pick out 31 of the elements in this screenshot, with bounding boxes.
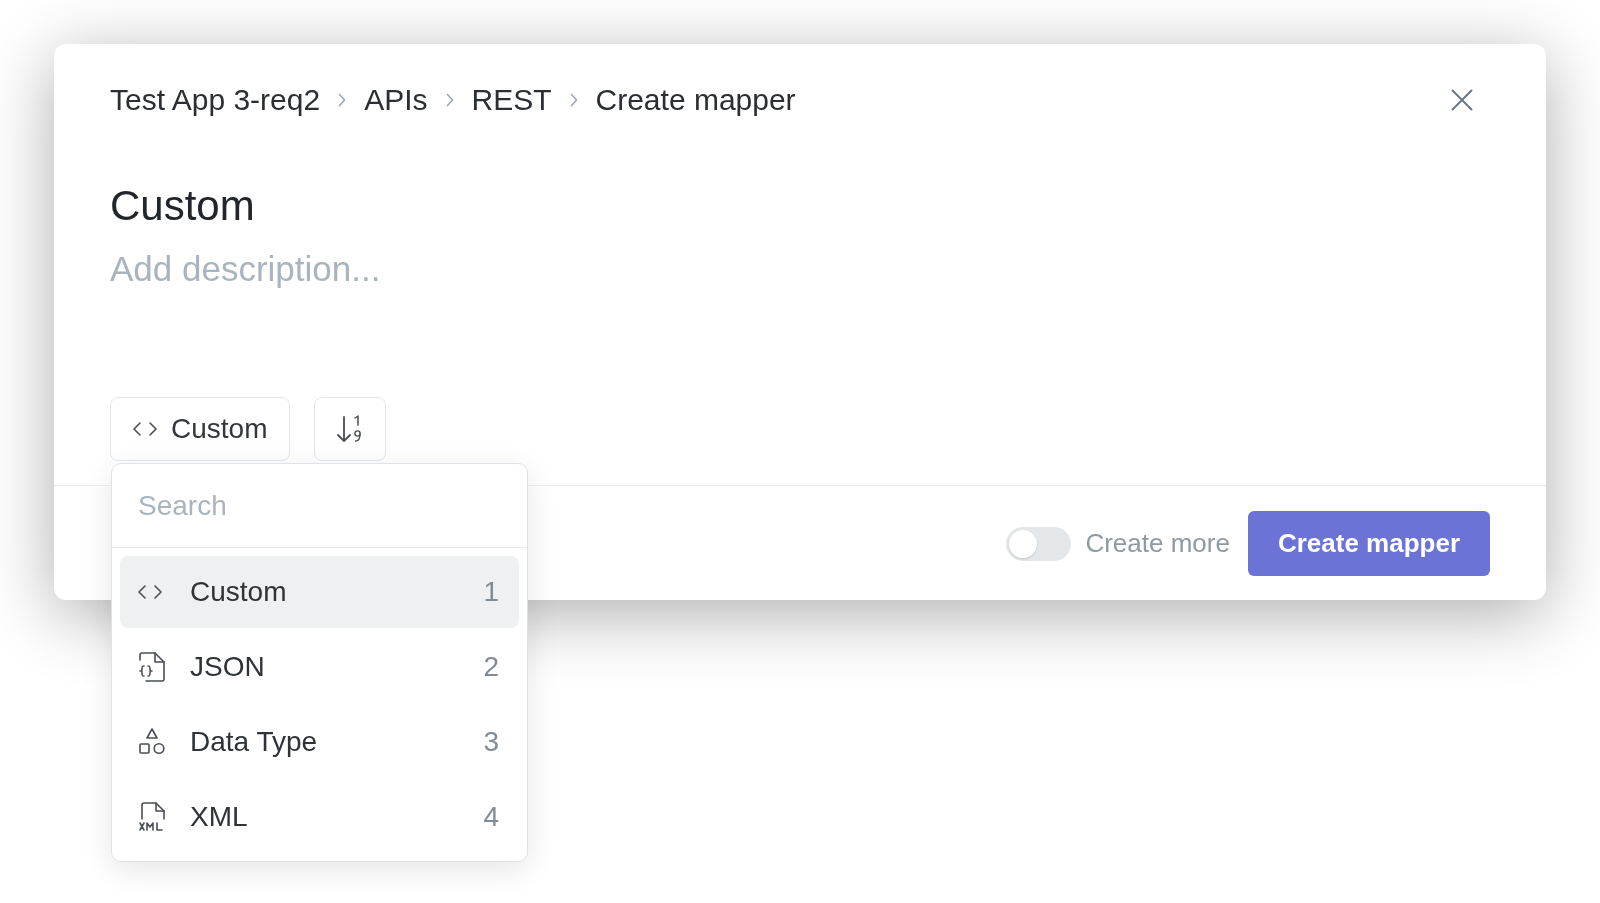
breadcrumb-link[interactable]: REST	[471, 82, 552, 118]
menu-item-label: Custom	[190, 575, 287, 609]
shortcut-number: 3	[483, 725, 499, 759]
chevron-right-icon	[338, 93, 347, 107]
chevron-right-icon	[445, 93, 454, 107]
breadcrumb-link[interactable]: APIs	[364, 82, 428, 118]
modal-title: Custom	[110, 181, 255, 231]
close-icon	[1451, 89, 1473, 111]
create-mapper-button[interactable]: Create mapper	[1247, 511, 1490, 576]
description-field[interactable]: Add description...	[110, 248, 810, 290]
code-icon	[138, 585, 162, 599]
menu-item-label: JSON	[190, 650, 265, 684]
menu-item-label: XML	[190, 800, 248, 834]
menu-item-label: Data Type	[190, 725, 318, 759]
file-braces-icon	[138, 652, 166, 682]
type-dropdown-button[interactable]: Custom	[110, 397, 291, 461]
toggle-switch[interactable]	[1006, 526, 1072, 561]
chevron-right-icon	[569, 93, 578, 107]
breadcrumb-current: Create mapper	[595, 82, 796, 118]
xml-file-icon	[138, 802, 168, 832]
shapes-icon	[138, 728, 166, 756]
code-icon	[133, 422, 157, 436]
shortcut-number: 4	[483, 800, 499, 834]
search-field[interactable]: Search	[112, 464, 527, 548]
shortcut-number: 2	[483, 650, 499, 684]
sort-button[interactable]	[314, 397, 387, 461]
breadcrumb-link[interactable]: Test App 3-req2	[110, 82, 321, 118]
shortcut-number: 1	[483, 575, 499, 609]
menu-item[interactable]: Custom 1	[120, 556, 519, 628]
toggle-label: Create more	[1085, 527, 1230, 560]
close-button[interactable]	[1451, 89, 1473, 111]
